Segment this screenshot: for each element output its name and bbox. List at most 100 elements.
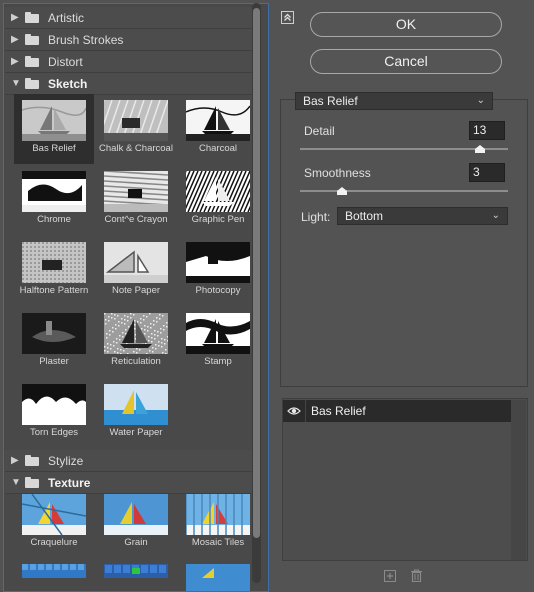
filter-select[interactable]: Bas Relief ⌄: [295, 92, 493, 110]
browser-scrollbar-thumb[interactable]: [253, 8, 260, 538]
collapse-icon[interactable]: [281, 11, 294, 24]
light-select-value: Bottom: [345, 209, 384, 223]
filter-label: Cont^e Crayon: [104, 214, 168, 225]
filter-label: Stamp: [204, 356, 232, 367]
chevron-down-icon: ⌄: [476, 95, 485, 106]
category-brush-strokes[interactable]: ▶ Brush Strokes: [5, 29, 255, 51]
filter-preview-image: [186, 494, 250, 535]
filter-label: Grain: [124, 537, 148, 548]
chevron-down-icon: ⌄: [491, 210, 500, 221]
filter-label: Mosaic Tiles: [191, 537, 245, 548]
layer-row-divider: [305, 400, 306, 422]
filter-thumbnail[interactable]: Stamp: [178, 307, 258, 377]
folder-icon: [25, 455, 40, 466]
filter-label: Bas Relief: [32, 143, 76, 154]
filter-label: Craquelure: [30, 537, 78, 548]
filter-thumbnail[interactable]: Chrome: [14, 165, 94, 235]
category-label: Stylize: [48, 453, 84, 468]
eye-icon[interactable]: [287, 404, 301, 418]
triangle-down-icon: ▼: [11, 78, 21, 89]
filter-preview-image: [22, 171, 86, 212]
filter-preview-image: [22, 100, 86, 141]
filter-label: Chalk & Charcoal: [99, 143, 173, 154]
folder-icon: [25, 477, 40, 488]
filter-label: Note Paper: [111, 285, 161, 296]
layers-scrollbar[interactable]: [511, 400, 526, 560]
filter-preview-image: [22, 313, 86, 354]
folder-icon: [25, 34, 40, 45]
category-label: Brush Strokes: [48, 32, 124, 47]
filter-preview-image: [22, 494, 86, 535]
smoothness-input[interactable]: 3: [469, 163, 505, 182]
effect-layer-name: Bas Relief: [311, 404, 366, 418]
filter-preview-image: [104, 100, 168, 141]
filter-thumbnail[interactable]: Chalk & Charcoal: [96, 94, 176, 164]
filter-preview-image[interactable]: [104, 564, 168, 591]
filter-gallery-browser: ▶ Artistic ▶ Brush Strokes ▶ Distort ▼ Sketch Ba…: [3, 3, 269, 592]
filter-preview-image: [104, 171, 168, 212]
category-distort[interactable]: ▶ Distort: [5, 51, 255, 73]
filter-thumbnail[interactable]: Charcoal: [178, 94, 258, 164]
filter-thumbnail[interactable]: Plaster: [14, 307, 94, 377]
detail-slider-knob[interactable]: [475, 145, 486, 153]
trash-icon[interactable]: [410, 569, 423, 583]
effect-layers-panel: [282, 398, 528, 561]
filter-label: Photocopy: [195, 285, 241, 296]
filter-preview-image: [104, 384, 168, 425]
filter-preview-image[interactable]: [186, 564, 250, 591]
filter-preview-image: [104, 494, 168, 535]
filter-preview-image: [104, 313, 168, 354]
filter-preview-image: [104, 242, 168, 283]
filter-label: Plaster: [39, 356, 69, 367]
category-artistic[interactable]: ▶ Artistic: [5, 7, 255, 29]
detail-label: Detail: [304, 124, 335, 138]
filter-label: Graphic Pen: [191, 214, 245, 225]
filter-preview-image: [186, 313, 250, 354]
ok-button[interactable]: OK: [310, 12, 502, 37]
filter-label: Charcoal: [198, 143, 238, 154]
light-select[interactable]: Bottom ⌄: [337, 207, 508, 225]
triangle-right-icon: ▶: [11, 56, 19, 67]
filter-label: Water Paper: [109, 427, 163, 438]
filter-thumbnail[interactable]: Mosaic Tiles: [178, 488, 258, 558]
filter-preview-image: [186, 242, 250, 283]
triangle-right-icon: ▶: [11, 12, 19, 23]
triangle-right-icon: ▶: [11, 455, 19, 466]
folder-icon: [25, 12, 40, 23]
filter-preview-image: [22, 384, 86, 425]
category-label: Distort: [48, 54, 83, 69]
smoothness-slider-knob[interactable]: [336, 187, 347, 195]
filter-label: Torn Edges: [29, 427, 79, 438]
filter-thumbnail[interactable]: Cont^e Crayon: [96, 165, 176, 235]
filter-thumbnail[interactable]: Bas Relief: [14, 94, 94, 164]
filter-preview-image[interactable]: [22, 564, 86, 591]
filter-preview-image: [22, 242, 86, 283]
smoothness-slider-track[interactable]: [300, 190, 508, 192]
category-stylize[interactable]: ▶ Stylize: [5, 450, 255, 472]
filter-label: Halftone Pattern: [19, 285, 89, 296]
folder-icon: [25, 78, 40, 89]
filter-thumbnail[interactable]: Torn Edges: [14, 378, 94, 448]
filter-thumbnail[interactable]: Reticulation: [96, 307, 176, 377]
filter-label: Chrome: [37, 214, 71, 225]
filter-preview-image: [186, 100, 250, 141]
filter-thumbnail[interactable]: Photocopy: [178, 236, 258, 306]
category-sketch[interactable]: ▼ Sketch: [5, 73, 255, 95]
smoothness-label: Smoothness: [304, 166, 371, 180]
triangle-right-icon: ▶: [11, 34, 19, 45]
filter-thumbnail[interactable]: Craquelure: [14, 488, 94, 558]
filter-thumbnail[interactable]: Grain: [96, 488, 176, 558]
filter-thumbnail[interactable]: Graphic Pen: [178, 165, 258, 235]
filter-preview-image: [186, 171, 250, 212]
filter-select-value: Bas Relief: [303, 94, 358, 108]
category-label: Sketch: [48, 76, 88, 91]
filter-settings-panel: [280, 99, 528, 387]
filter-thumbnail[interactable]: Water Paper: [96, 378, 176, 448]
cancel-button[interactable]: Cancel: [310, 49, 502, 74]
light-label: Light:: [301, 210, 331, 224]
folder-icon: [25, 56, 40, 67]
filter-thumbnail[interactable]: Note Paper: [96, 236, 176, 306]
detail-input[interactable]: 13: [469, 121, 505, 140]
filter-thumbnail[interactable]: Halftone Pattern: [14, 236, 94, 306]
new-layer-icon[interactable]: [384, 569, 396, 582]
